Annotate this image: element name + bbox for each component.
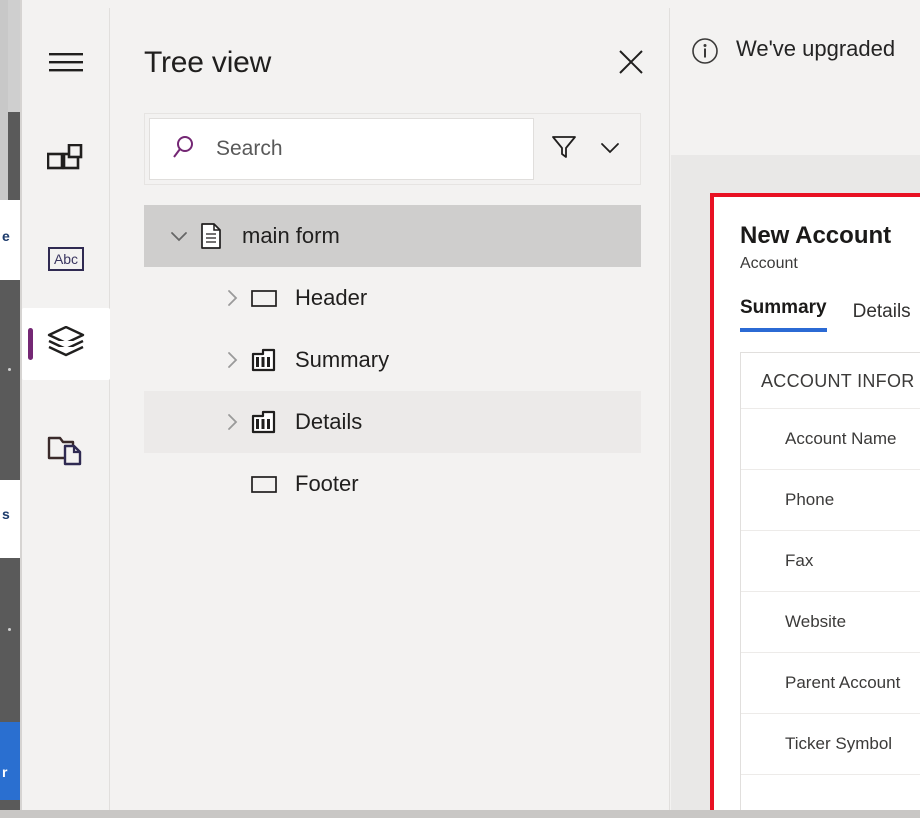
columns-icon: [247, 345, 281, 375]
close-button[interactable]: [613, 46, 649, 82]
hamburger-icon: [48, 49, 84, 80]
chevron-right-icon[interactable]: [217, 345, 247, 375]
tree-view-panel: Tree view Search main form Header Summar…: [111, 8, 670, 810]
tree-twisty-placeholder: [217, 469, 247, 499]
search-input[interactable]: Search: [216, 137, 283, 161]
field-label: Parent Account: [785, 673, 901, 692]
page-title: Tree view: [144, 46, 272, 79]
abc-text-icon: Abc: [48, 247, 84, 271]
left-icon-rail: Abc: [22, 8, 110, 810]
app-root: e s r Abc Tree view Search main form Hea…: [0, 0, 920, 818]
section-header: ACCOUNT INFOR: [761, 371, 915, 391]
chevron-down-icon[interactable]: [164, 221, 194, 251]
edge-seg-dark-3: [0, 558, 22, 722]
layers-icon: [47, 325, 85, 363]
tree-row-label: main form: [242, 223, 340, 248]
abc-glyph: Abc: [53, 251, 79, 267]
rail-item-hamburger-menu[interactable]: [22, 28, 110, 100]
tree-row-footer[interactable]: Footer: [144, 453, 641, 515]
tree-row-main-form[interactable]: main form: [144, 205, 641, 267]
tab-summary[interactable]: Summary: [740, 297, 827, 332]
field-row[interactable]: Phone: [741, 469, 920, 530]
edge-panel-sliver: e s r: [0, 0, 22, 810]
rectangle-icon: [247, 283, 281, 313]
field-label: Phone: [785, 490, 835, 509]
edge-fragment-text-2: s: [2, 506, 10, 522]
document-icon: [194, 221, 228, 251]
form-subtitle: Account: [740, 255, 798, 272]
tree-row-label: Summary: [295, 347, 390, 372]
search-toolbar: Search: [144, 113, 641, 185]
tree-row-label: Details: [295, 409, 363, 434]
edge-button-fragment-label: r: [2, 764, 8, 780]
field-label: Fax: [785, 551, 814, 570]
form-tabs: Summary Details: [740, 297, 911, 332]
edge-seg-row-2: s: [0, 480, 22, 558]
tree-row-summary[interactable]: Summary: [144, 329, 641, 391]
components-grid-icon: [46, 143, 85, 183]
form-title: New Account: [740, 222, 892, 249]
search-input-container[interactable]: Search: [149, 118, 534, 180]
edge-bullet-dot-1: [8, 368, 11, 371]
edge-primary-button-sliver[interactable]: r: [0, 722, 22, 800]
tab-details[interactable]: Details: [853, 301, 911, 332]
tree-row-label: Footer: [295, 471, 359, 496]
tree-row-header[interactable]: Header: [144, 267, 641, 329]
field-row[interactable]: Fax: [741, 530, 920, 591]
edge-seg-row-1: e: [0, 200, 22, 280]
rail-active-indicator: [28, 328, 33, 360]
rail-item-text-label[interactable]: Abc: [22, 223, 110, 295]
info-circle-icon: [690, 36, 720, 66]
bottom-divider: [0, 810, 920, 818]
edge-bullet-dot-2: [8, 628, 11, 631]
field-label: Account Name: [785, 429, 897, 448]
account-information-section: ACCOUNT INFOR Account Name Phone Fax Web…: [740, 352, 920, 810]
filter-button[interactable]: [546, 129, 582, 169]
upgrade-banner: We've upgraded: [671, 8, 920, 155]
chevron-right-icon[interactable]: [217, 283, 247, 313]
tree-rows: main form Header Summary Details Footer: [144, 205, 641, 515]
filter-controls: [534, 114, 640, 184]
search-icon: [172, 134, 198, 165]
field-row-empty: [741, 774, 920, 810]
field-label: Website: [785, 612, 847, 631]
field-row[interactable]: Account Name: [741, 408, 920, 469]
chevron-right-icon[interactable]: [217, 407, 247, 437]
banner-text: We've upgraded: [736, 36, 896, 61]
edge-seg-dark-2: [0, 280, 22, 480]
field-row[interactable]: Ticker Symbol: [741, 713, 920, 774]
edge-scrollbar[interactable]: [0, 0, 8, 200]
folder-file-icon: [47, 434, 85, 471]
field-row[interactable]: Parent Account: [741, 652, 920, 713]
rail-item-related-files[interactable]: [22, 416, 110, 488]
edge-seg-dark-4: [0, 800, 22, 810]
tree-row-label: Header: [295, 285, 368, 310]
chevron-down-icon: [596, 133, 624, 166]
field-label: Ticker Symbol: [785, 734, 893, 753]
tree-row-details[interactable]: Details: [144, 391, 641, 453]
main-content-area: We've upgraded New Account Account Summa…: [671, 8, 920, 810]
form-preview-highlight: New Account Account Summary Details ACCO…: [710, 193, 920, 810]
rectangle-icon: [247, 469, 281, 499]
filter-funnel-icon: [549, 132, 579, 167]
close-icon: [615, 46, 647, 83]
columns-icon: [247, 407, 281, 437]
rail-item-components[interactable]: [22, 127, 110, 199]
field-row[interactable]: Website: [741, 591, 920, 652]
rail-item-tree-view[interactable]: [22, 308, 110, 380]
edge-fragment-text-1: e: [2, 228, 10, 244]
filter-dropdown-button[interactable]: [592, 129, 628, 169]
